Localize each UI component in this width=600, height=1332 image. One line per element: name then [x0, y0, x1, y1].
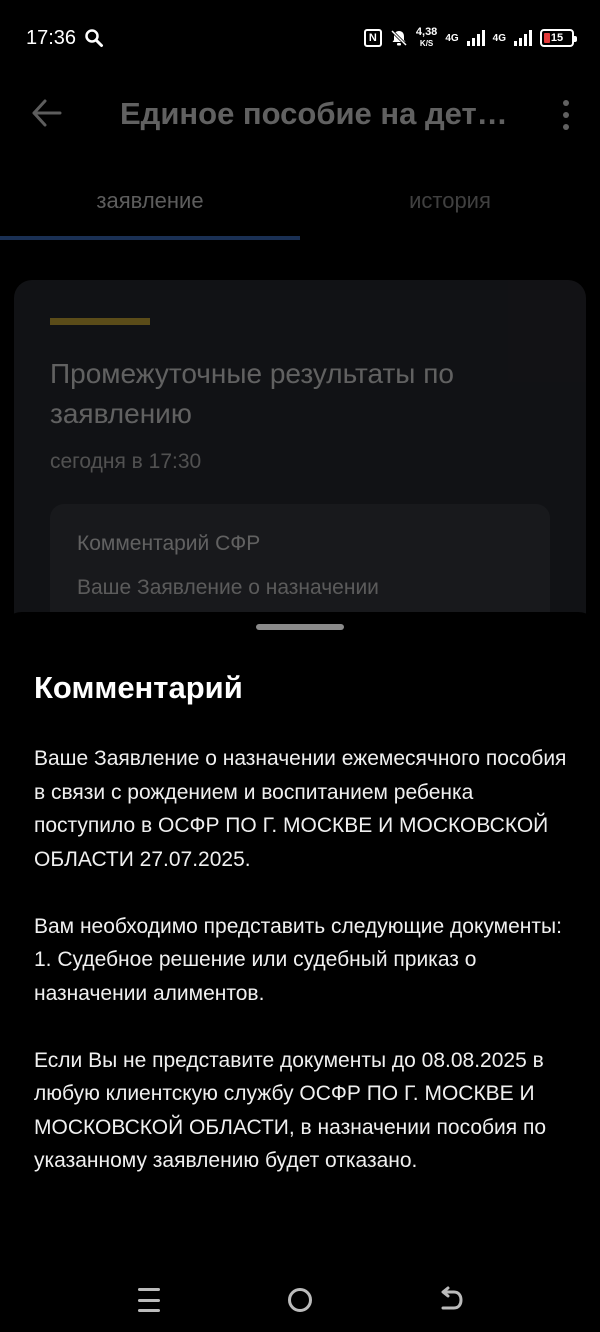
sheet-drag-handle[interactable]: [256, 624, 344, 630]
sheet-body: Ваше Заявление о назначении ежемесячного…: [34, 742, 574, 1178]
tab-application[interactable]: заявление: [0, 188, 300, 214]
status-right: N 4,38 K/S 4G 4G 15: [363, 26, 577, 49]
network-speed: 4,38 K/S: [415, 26, 438, 49]
comment-bottom-sheet: Комментарий Ваше Заявление о назначении …: [0, 612, 600, 1332]
network-type-1: 4G: [445, 32, 459, 44]
sheet-paragraph: Если Вы не представите документы до 08.0…: [34, 1048, 547, 1173]
status-time: 17:36: [26, 26, 77, 49]
battery-icon: 15: [540, 29, 577, 47]
bell-muted-icon: [390, 29, 407, 47]
sheet-paragraph: Ваше Заявление о назначении ежемесячного…: [34, 747, 567, 871]
signal-icon: [514, 30, 532, 46]
network-type-2: 4G: [492, 32, 506, 44]
signal-icon: [466, 30, 485, 46]
tab-active-indicator: [0, 236, 300, 240]
sheet-title: Комментарий: [34, 670, 243, 705]
nfc-icon: N: [363, 29, 382, 47]
more-vert-icon[interactable]: [562, 100, 570, 130]
card-accent-bar: [50, 318, 150, 325]
app-header: Единое пособие на дет…: [0, 76, 600, 156]
back-arrow-icon[interactable]: [30, 96, 64, 130]
tabs: заявление история: [0, 176, 600, 240]
recent-apps-icon[interactable]: [138, 1288, 160, 1312]
nav-back-icon[interactable]: [438, 1286, 464, 1314]
status-bar: 17:36 N 4,38 K/S 4G 4G 15: [0, 0, 600, 76]
system-nav-bar: [0, 1268, 600, 1332]
background-page: Единое пособие на дет… заявление история…: [0, 76, 600, 700]
home-icon[interactable]: [288, 1288, 312, 1312]
tab-history[interactable]: история: [300, 188, 600, 214]
comment-preview: Ваше Заявление о назначении: [77, 576, 379, 599]
sheet-paragraph: Вам необходимо представить следующие док…: [34, 914, 562, 1005]
status-left: 17:36: [26, 27, 104, 50]
comment-label: Комментарий СФР: [77, 532, 261, 555]
search-icon: [85, 29, 104, 47]
card-time: сегодня в 17:30: [50, 450, 202, 473]
page-title: Единое пособие на дет…: [120, 96, 508, 131]
card-title: Промежуточные результаты по заявлению: [50, 358, 454, 429]
